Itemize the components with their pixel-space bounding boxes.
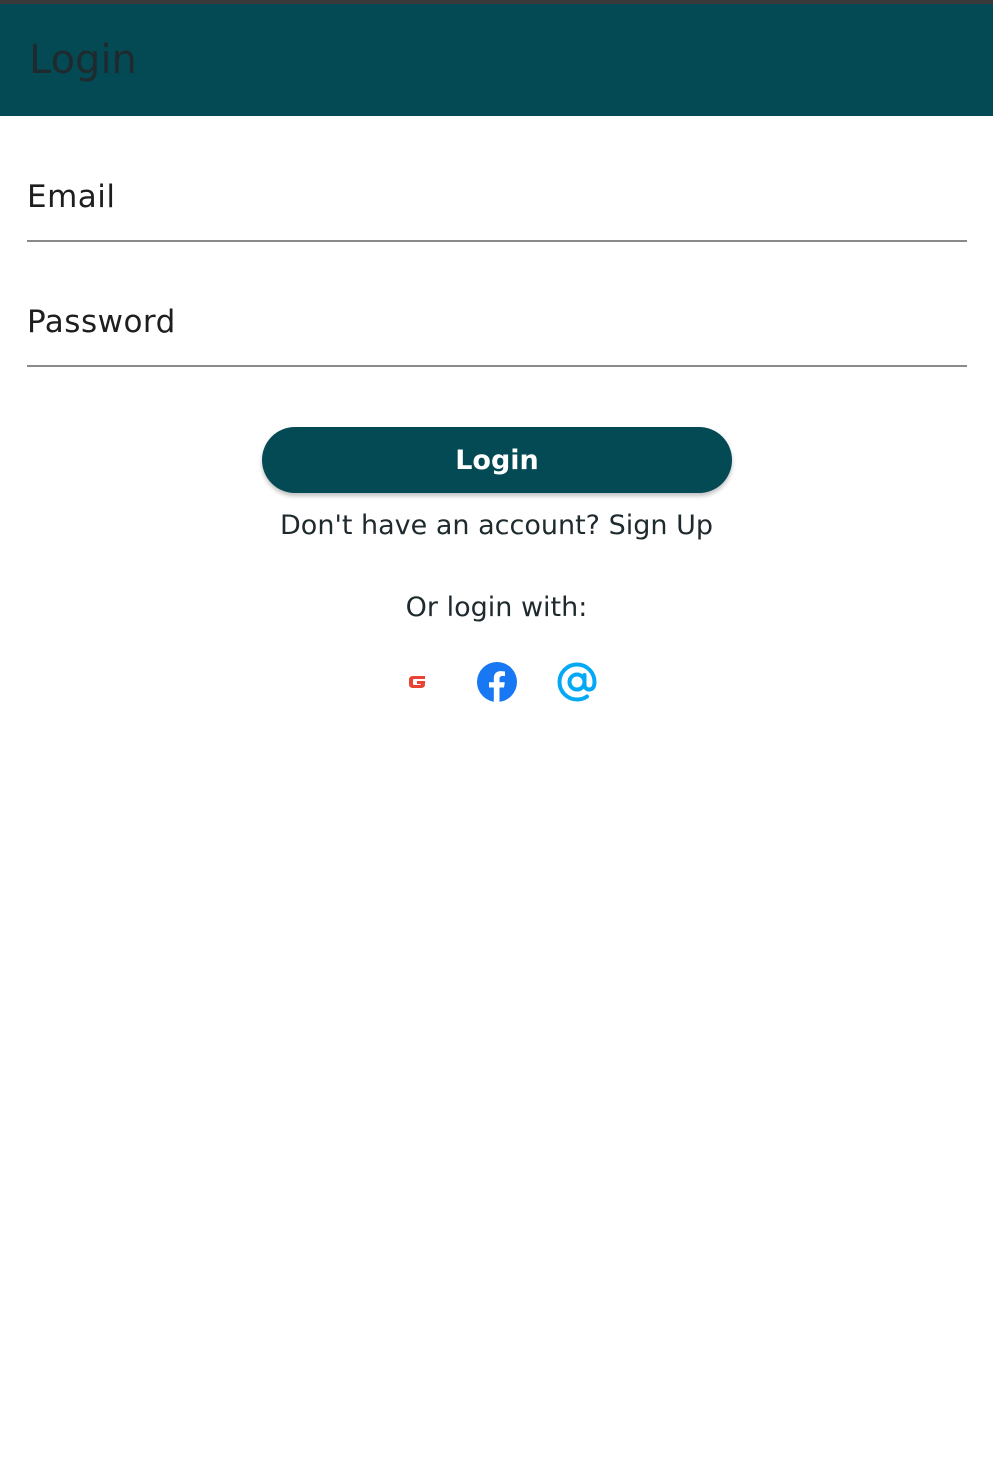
login-button[interactable]: Login (262, 427, 732, 493)
page-title: Login (29, 37, 137, 83)
signup-prefix-text: Don't have an account? (280, 510, 600, 541)
email-input[interactable] (27, 152, 967, 240)
email-field[interactable] (27, 152, 967, 242)
signup-prompt: Don't have an account? Sign Up (0, 506, 993, 546)
app-bar: Login (0, 4, 993, 116)
social-login-row (0, 660, 993, 706)
google-login-button[interactable] (395, 660, 439, 704)
facebook-icon (477, 662, 517, 702)
email-login-button[interactable] (555, 660, 599, 704)
social-login-heading: Or login with: (405, 592, 588, 623)
signup-link[interactable]: Sign Up (609, 510, 713, 541)
password-input[interactable] (27, 277, 967, 365)
email-at-icon (557, 662, 597, 702)
google-icon (409, 676, 425, 688)
password-field[interactable] (27, 277, 967, 367)
facebook-login-button[interactable] (475, 660, 519, 704)
